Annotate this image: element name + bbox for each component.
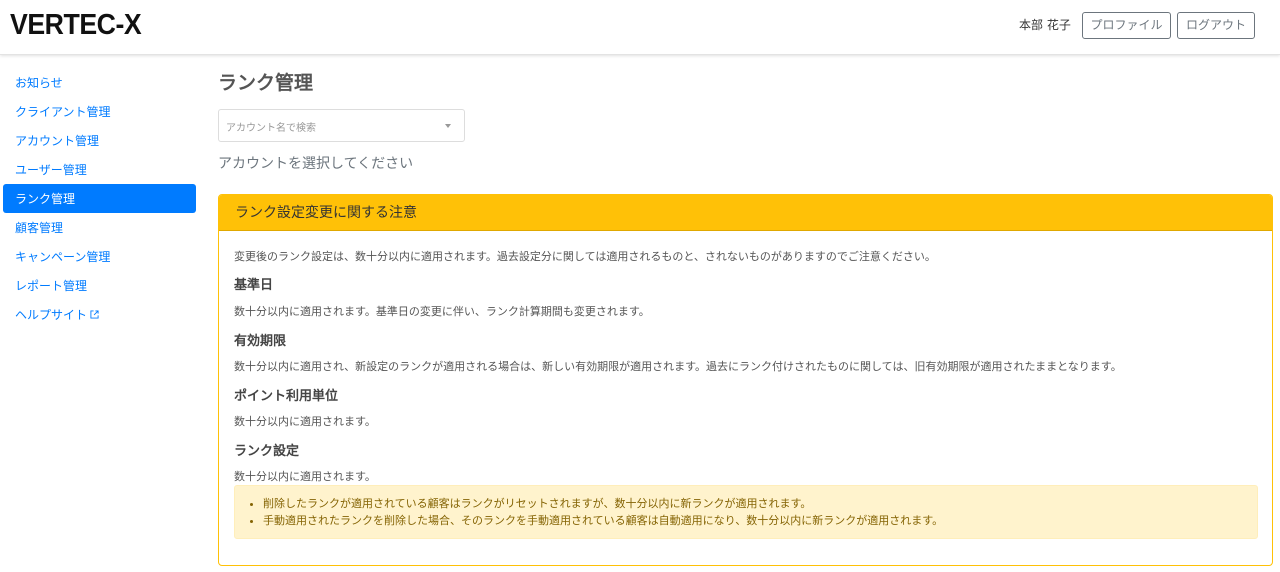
sidebar-item-label: キャンペーン管理 [15, 250, 111, 264]
sidebar-item-accounts[interactable]: アカウント管理 [3, 126, 196, 155]
sidebar-item-label: ユーザー管理 [15, 163, 87, 177]
sidebar-item-ranks[interactable]: ランク管理 [3, 184, 196, 213]
rank-notice-card: ランク設定変更に関する注意 変更後のランク設定は、数十分以内に適用されます。過去… [218, 194, 1273, 566]
section-text-point-unit: 数十分以内に適用されます。 [234, 415, 376, 428]
sidebar-item-campaigns[interactable]: キャンペーン管理 [3, 242, 196, 271]
external-link-icon [90, 310, 99, 319]
sidebar-item-label: ランク管理 [15, 192, 76, 206]
list-item: 手動適用されたランクを削除した場合、そのランクを手動適用されている顧客は自動適用… [263, 512, 1257, 529]
app-logo[interactable]: VERTEC-X [10, 9, 142, 42]
section-heading-base-date: 基準日 [234, 278, 274, 293]
account-search-placeholder: アカウント名で検索 [226, 123, 316, 134]
sidebar-item-customers[interactable]: 顧客管理 [3, 213, 196, 242]
section-heading-expiry: 有効期限 [234, 334, 287, 349]
sidebar-item-clients[interactable]: クライアント管理 [3, 97, 196, 126]
sidebar-item-users[interactable]: ユーザー管理 [3, 155, 196, 184]
sidebar-item-label: アカウント管理 [15, 134, 100, 148]
sidebar-item-label: クライアント管理 [15, 105, 111, 119]
rank-warning-alert: 削除したランクが適用されている顧客はランクがリセットされますが、数十分以内に新ラ… [234, 485, 1258, 539]
user-name: 本部 花子 [1019, 18, 1071, 32]
section-text-base-date: 数十分以内に適用されます。基準日の変更に伴い、ランク計算期間も変更されます。 [234, 305, 650, 318]
list-item: 削除したランクが適用されている顧客はランクがリセットされますが、数十分以内に新ラ… [263, 495, 1257, 512]
sidebar-item-label: 顧客管理 [15, 221, 64, 235]
notice-card-header: ランク設定変更に関する注意 [219, 195, 1272, 231]
sidebar-item-reports[interactable]: レポート管理 [3, 271, 196, 300]
top-bar: VERTEC-X 本部 花子 プロファイル ログアウト [0, 0, 1280, 55]
sidebar-item-help[interactable]: ヘルプサイト [3, 300, 196, 329]
sidebar-item-label: レポート管理 [15, 279, 88, 293]
section-text-rank-setting: 数十分以内に適用されます。 [234, 470, 376, 483]
page-title: ランク管理 [218, 72, 314, 94]
section-text-expiry: 数十分以内に適用され、新設定のランクが適用される場合は、新しい有効期限が適用され… [234, 360, 1122, 373]
account-search-select[interactable]: アカウント名で検索 [218, 109, 465, 142]
warning-list: 削除したランクが適用されている顧客はランクがリセットされますが、数十分以内に新ラ… [263, 495, 1257, 529]
caret-down-icon [445, 124, 451, 128]
select-account-prompt: アカウントを選択してください [218, 156, 414, 172]
section-heading-rank-setting: ランク設定 [234, 444, 300, 459]
notice-intro: 変更後のランク設定は、数十分以内に適用されます。過去設定分に関しては適用されるも… [234, 250, 936, 263]
sidebar-item-news[interactable]: お知らせ [3, 68, 196, 97]
sidebar-nav: お知らせ クライアント管理 アカウント管理 ユーザー管理 ランク管理 顧客管理 … [3, 68, 196, 329]
sidebar-item-label: お知らせ [15, 76, 63, 90]
sidebar-item-label: ヘルプサイト [15, 308, 88, 322]
profile-button[interactable]: プロファイル [1082, 12, 1171, 39]
section-heading-point-unit: ポイント利用単位 [234, 389, 339, 404]
logout-button[interactable]: ログアウト [1177, 12, 1255, 39]
